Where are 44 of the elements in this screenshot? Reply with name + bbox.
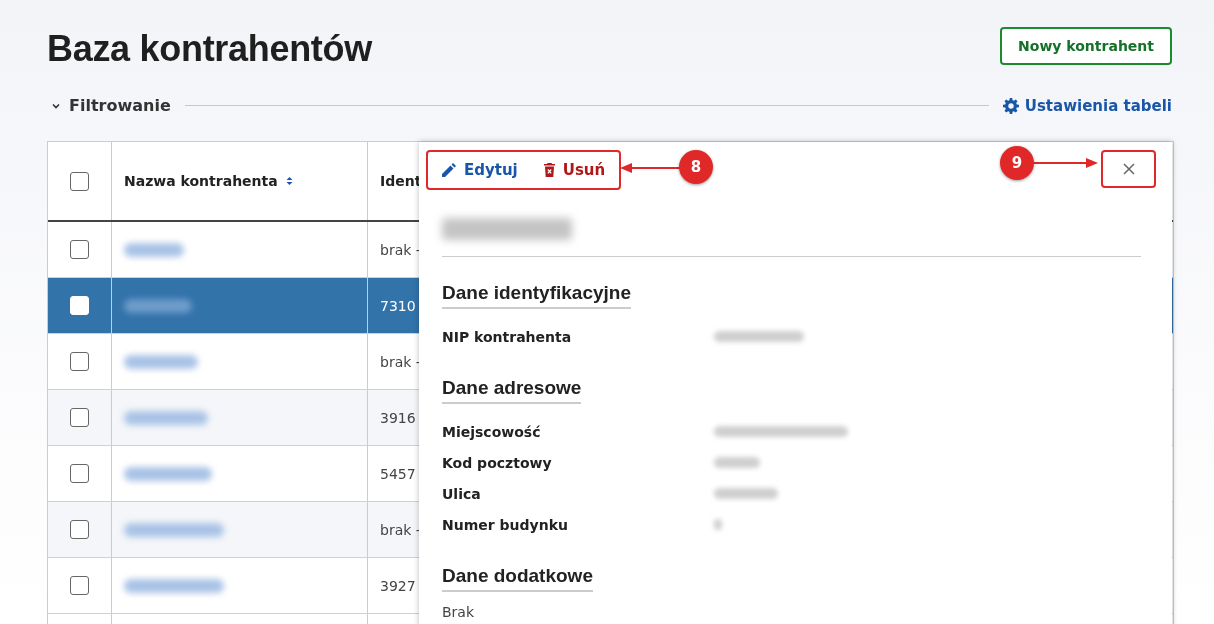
field-label: Miejscowość <box>442 423 542 440</box>
field-label: NIP kontrahenta <box>442 328 573 345</box>
table-settings-link[interactable]: Ustawienia tabeli <box>1002 96 1172 115</box>
pencil-icon <box>442 163 456 177</box>
row-checkbox[interactable] <box>70 352 89 371</box>
table-cell: brak - <box>380 521 421 538</box>
table-cell: 3916 <box>380 409 416 426</box>
annotation-arrow <box>1034 157 1098 169</box>
delete-button[interactable]: Usuń <box>543 161 606 179</box>
row-checkbox[interactable] <box>70 408 89 427</box>
column-header[interactable]: Nazwa kontrahenta <box>124 173 278 189</box>
redacted-value <box>714 488 778 499</box>
redacted-value <box>714 457 760 468</box>
field-label: Ulica <box>442 485 482 502</box>
row-checkbox[interactable] <box>70 464 89 483</box>
select-all-checkbox[interactable] <box>70 171 89 191</box>
section-heading: Dane identyfikacyjne <box>442 282 632 309</box>
table-cell: brak - <box>380 353 421 370</box>
field-label: Numer budynku <box>442 516 569 533</box>
table-cell: brak - <box>380 241 421 258</box>
page-title: Baza kontrahentów <box>47 28 372 70</box>
row-checkbox[interactable] <box>70 520 89 539</box>
section-text: Brak <box>442 604 476 620</box>
sort-icon[interactable] <box>285 176 293 186</box>
edit-button[interactable]: Edytuj <box>442 161 518 179</box>
redacted-value <box>714 519 722 530</box>
table-cell: 7310 <box>380 297 416 314</box>
annotation-badge: 8 <box>679 150 713 184</box>
row-checkbox[interactable] <box>70 240 89 259</box>
row-checkbox[interactable] <box>70 576 89 595</box>
annotation-badge: 9 <box>1000 146 1034 180</box>
filter-toggle[interactable]: Filtrowanie <box>47 96 171 115</box>
field-label: Kod pocztowy <box>442 454 553 471</box>
close-icon <box>1122 163 1135 175</box>
settings-icon <box>1002 97 1019 114</box>
section-heading: Dane dodatkowe <box>442 565 593 592</box>
new-contractor-button[interactable]: Nowy kontrahent <box>1000 27 1172 65</box>
table-cell: 3927 <box>380 577 416 594</box>
section-heading: Dane adresowe <box>442 377 582 404</box>
redacted-name <box>124 298 192 313</box>
trash-icon <box>543 163 555 177</box>
column-header[interactable]: Ident <box>380 173 422 189</box>
table-cell: 5457 <box>380 465 416 482</box>
redacted-name <box>124 242 184 257</box>
